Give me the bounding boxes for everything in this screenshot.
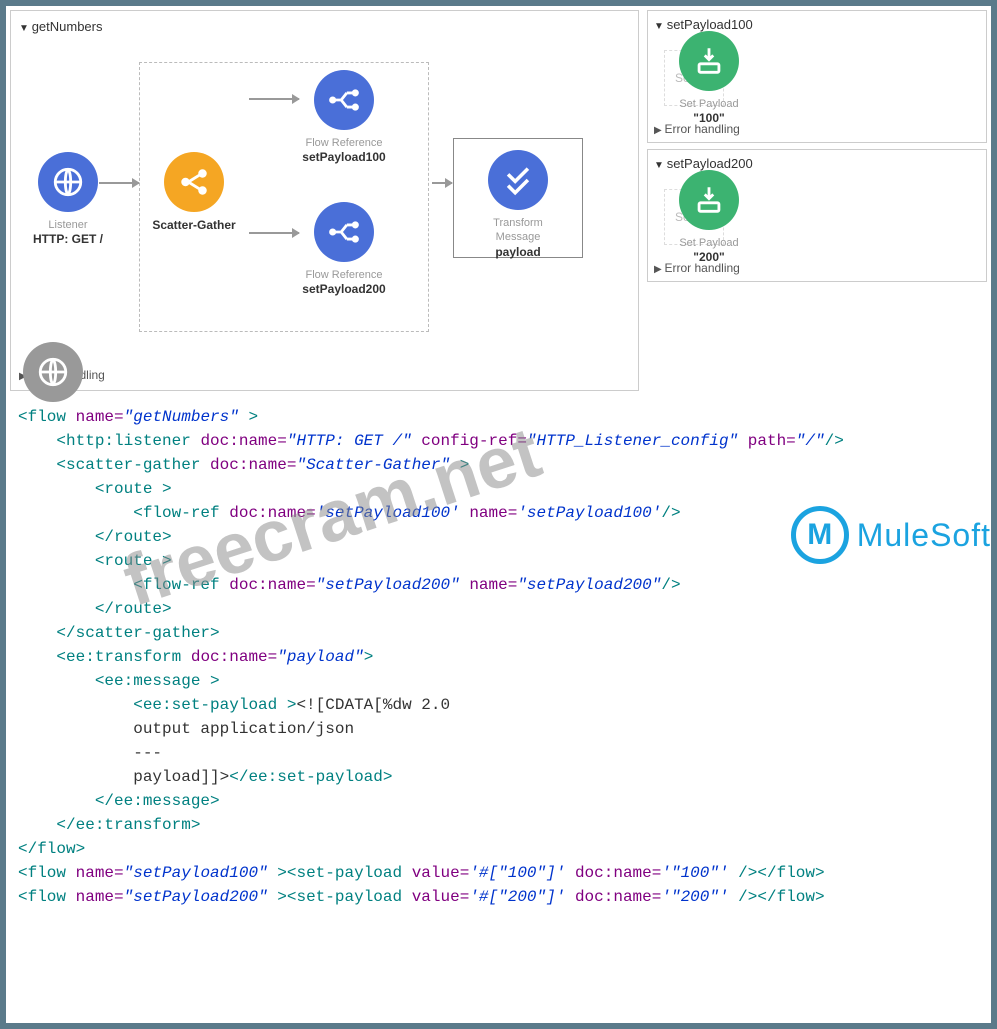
listener-label: Listener	[23, 218, 113, 232]
mulesoft-logo: M MuleSoft	[791, 506, 991, 564]
scatter-gather-label: Scatter-Gather	[149, 218, 239, 232]
flowref1-label: Flow Reference	[299, 136, 389, 150]
setpayload-label: Set Payload	[664, 97, 754, 111]
flowref2-sublabel: setPayload200	[299, 282, 389, 296]
setpayload-value: "100"	[664, 111, 754, 125]
setpayload-value: "200"	[664, 250, 754, 264]
arrow	[432, 182, 452, 184]
transform-sublabel: payload	[473, 245, 563, 259]
flowref1-sublabel: setPayload100	[299, 150, 389, 164]
side-flow-200: setPayload200 Source Set Payload "200" E…	[647, 149, 987, 282]
side-flow-100: setPayload100 Source Set Payload "100" E…	[647, 10, 987, 143]
setpayload-label: Set Payload	[664, 236, 754, 250]
flow-header-setpayload200[interactable]: setPayload200	[654, 156, 980, 171]
side-flows: setPayload100 Source Set Payload "100" E…	[647, 10, 987, 391]
listener-sublabel: HTTP: GET /	[23, 232, 113, 246]
setpayload200-node[interactable]: Set Payload "200"	[664, 170, 754, 264]
globe-icon	[38, 152, 98, 212]
scatter-icon	[164, 152, 224, 212]
flowref1-node[interactable]: Flow Reference setPayload100	[299, 70, 389, 164]
flowref-icon	[314, 70, 374, 130]
arrow	[249, 98, 299, 100]
mulesoft-text: MuleSoft	[857, 517, 991, 554]
download-icon	[679, 31, 739, 91]
flow-header-setpayload100[interactable]: setPayload100	[654, 17, 980, 32]
flow-header-getnumbers[interactable]: getNumbers	[19, 19, 630, 34]
arrow	[99, 182, 139, 184]
globe-icon	[23, 342, 83, 402]
flowref2-node[interactable]: Flow Reference setPayload200	[299, 202, 389, 296]
scatter-gather-node[interactable]: Scatter-Gather	[149, 152, 239, 232]
xml-code: <flow name="getNumbers" > <http:listener…	[6, 395, 991, 919]
arrow	[249, 232, 299, 234]
flow-canvas: Listener HTTP: GET / Scatter-Gather Flow…	[19, 42, 630, 362]
error-handling-main[interactable]: Error handling	[19, 362, 630, 382]
listener-node[interactable]: Listener HTTP: GET /	[23, 152, 113, 246]
transform-node[interactable]: Transform Message payload	[473, 150, 563, 259]
download-icon	[679, 170, 739, 230]
mule-m-icon: M	[807, 518, 832, 552]
flowref-icon	[314, 202, 374, 262]
transform-label: Transform Message	[473, 216, 563, 245]
diagram-area: getNumbers Listener HTTP: GET / Scatter-…	[6, 6, 991, 395]
main-flow-panel: getNumbers Listener HTTP: GET / Scatter-…	[10, 10, 639, 391]
setpayload100-node[interactable]: Set Payload "100"	[664, 31, 754, 125]
transform-icon	[488, 150, 548, 210]
flowref2-label: Flow Reference	[299, 268, 389, 282]
